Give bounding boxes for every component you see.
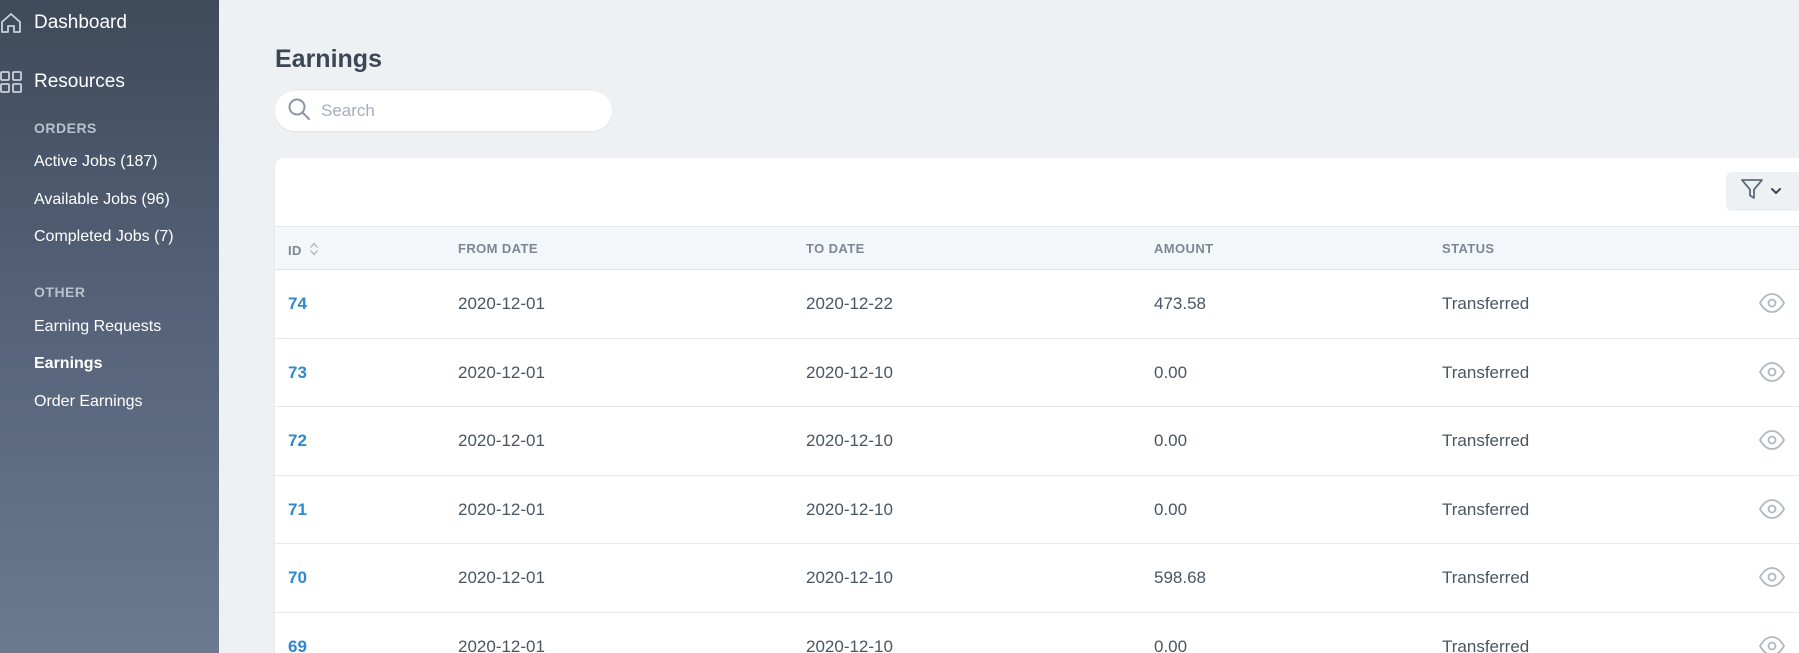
row-id-link[interactable]: 69 bbox=[288, 637, 307, 653]
row-from-date: 2020-12-01 bbox=[458, 362, 545, 382]
row-amount: 0.00 bbox=[1154, 499, 1188, 519]
chevron-down-icon bbox=[1770, 183, 1782, 201]
earnings-table-card: ID FROM DATE TO DATE AMOUNT STATUS 74 20… bbox=[275, 158, 1799, 653]
row-amount: 598.68 bbox=[1154, 568, 1206, 587]
row-status: Transferred bbox=[1442, 636, 1530, 653]
column-header-amount: AMOUNT bbox=[1154, 241, 1214, 256]
sidebar-item-available-jobs[interactable]: Available Jobs (96) bbox=[34, 191, 170, 209]
row-amount: 0.00 bbox=[1154, 431, 1188, 450]
row-to-date: 2020-12-10 bbox=[806, 431, 893, 450]
table-row: 74 2020-12-01 2020-12-22 473.58 Transfer… bbox=[275, 270, 1799, 339]
eye-icon[interactable] bbox=[1758, 361, 1786, 382]
filter-icon bbox=[1740, 177, 1764, 206]
row-to-date: 2020-12-10 bbox=[806, 636, 893, 653]
row-to-date: 2020-12-22 bbox=[806, 294, 893, 313]
row-status: Transferred bbox=[1442, 294, 1530, 313]
column-header-from-date: FROM DATE bbox=[458, 241, 538, 256]
nav-dashboard[interactable]: Dashboard bbox=[0, 10, 127, 36]
row-status: Transferred bbox=[1442, 499, 1530, 519]
row-id-link[interactable]: 74 bbox=[288, 294, 307, 314]
nav-dashboard-label: Dashboard bbox=[34, 12, 127, 33]
section-heading-orders: ORDERS bbox=[34, 120, 97, 136]
home-icon bbox=[0, 12, 22, 34]
filter-dropdown-button[interactable] bbox=[1726, 172, 1799, 211]
row-from-date: 2020-12-01 bbox=[458, 568, 545, 587]
row-status: Transferred bbox=[1442, 568, 1530, 587]
row-id-link[interactable]: 73 bbox=[288, 363, 307, 383]
eye-icon[interactable] bbox=[1758, 293, 1786, 313]
table-row: 70 2020-12-01 2020-12-10 598.68 Transfer… bbox=[275, 544, 1799, 613]
sidebar: Dashboard Resources ORDERS Active Jobs (… bbox=[0, 0, 219, 653]
search-input[interactable] bbox=[321, 101, 591, 121]
table-row: 71 2020-12-01 2020-12-10 0.00 Transferre… bbox=[275, 476, 1799, 544]
eye-icon[interactable] bbox=[1758, 567, 1786, 587]
nav-resources[interactable]: Resources bbox=[0, 69, 125, 95]
row-amount: 473.58 bbox=[1154, 294, 1206, 313]
row-id-link[interactable]: 71 bbox=[288, 500, 307, 520]
sort-icon bbox=[309, 241, 319, 260]
app: Dashboard Resources ORDERS Active Jobs (… bbox=[0, 0, 1799, 653]
page-title: Earnings bbox=[275, 45, 382, 73]
nav-resources-label: Resources bbox=[34, 71, 125, 92]
eye-icon[interactable] bbox=[1758, 635, 1786, 653]
row-status: Transferred bbox=[1442, 362, 1530, 382]
table-toolbar bbox=[275, 158, 1799, 226]
section-heading-other: OTHER bbox=[34, 284, 86, 300]
row-amount: 0.00 bbox=[1154, 636, 1188, 653]
table-body: 74 2020-12-01 2020-12-22 473.58 Transfer… bbox=[275, 270, 1799, 653]
eye-icon[interactable] bbox=[1758, 430, 1786, 450]
sidebar-item-order-earnings[interactable]: Order Earnings bbox=[34, 393, 143, 411]
row-to-date: 2020-12-10 bbox=[806, 499, 893, 519]
sidebar-item-active-jobs[interactable]: Active Jobs (187) bbox=[34, 153, 158, 171]
table-row: 69 2020-12-01 2020-12-10 0.00 Transferre… bbox=[275, 613, 1799, 653]
row-amount: 0.00 bbox=[1154, 362, 1188, 382]
column-header-status: STATUS bbox=[1442, 241, 1495, 256]
row-to-date: 2020-12-10 bbox=[806, 362, 893, 382]
row-id-link[interactable]: 72 bbox=[288, 431, 307, 451]
sidebar-item-completed-jobs[interactable]: Completed Jobs (7) bbox=[34, 228, 174, 246]
sidebar-item-earnings[interactable]: Earnings bbox=[34, 355, 102, 373]
eye-icon[interactable] bbox=[1758, 498, 1786, 519]
table-row: 72 2020-12-01 2020-12-10 0.00 Transferre… bbox=[275, 407, 1799, 476]
row-status: Transferred bbox=[1442, 431, 1530, 450]
grid-icon bbox=[0, 71, 22, 93]
search-box[interactable] bbox=[275, 91, 612, 131]
row-from-date: 2020-12-01 bbox=[458, 431, 545, 450]
column-header-to-date: TO DATE bbox=[806, 241, 865, 256]
search-icon bbox=[287, 97, 311, 126]
table-header: ID FROM DATE TO DATE AMOUNT STATUS bbox=[275, 226, 1799, 270]
column-header-id-label: ID bbox=[288, 243, 302, 258]
table-row: 73 2020-12-01 2020-12-10 0.00 Transferre… bbox=[275, 339, 1799, 407]
column-header-id[interactable]: ID bbox=[288, 241, 319, 260]
sidebar-item-earning-requests[interactable]: Earning Requests bbox=[34, 318, 161, 336]
row-to-date: 2020-12-10 bbox=[806, 568, 893, 587]
row-id-link[interactable]: 70 bbox=[288, 568, 307, 588]
row-from-date: 2020-12-01 bbox=[458, 636, 545, 653]
main-content: Earnings Search ID FROM DATE TO DATE AMO… bbox=[219, 0, 1799, 653]
row-from-date: 2020-12-01 bbox=[458, 499, 545, 519]
row-from-date: 2020-12-01 bbox=[458, 294, 545, 313]
